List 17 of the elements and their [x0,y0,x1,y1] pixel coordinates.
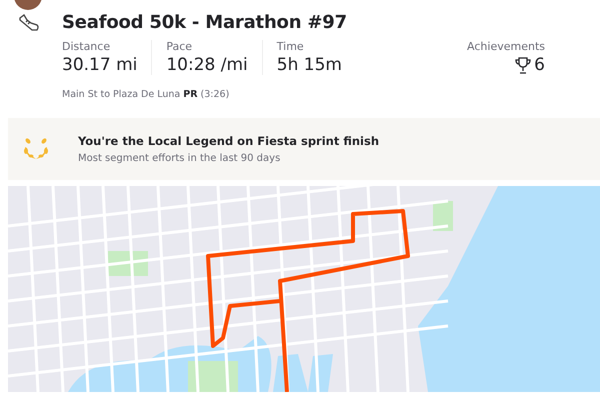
stat-value: 10:28 /mi [166,55,248,75]
legend-subtitle: Most segment efforts in the last 90 days [78,153,282,164]
trophy-icon [515,56,532,74]
activity-title: Seafood 50k - Marathon #97 [62,12,348,33]
route-map-drawing[interactable] [8,186,600,392]
shoe-icon [18,14,40,32]
stat-label: Pace [166,40,194,53]
stat-label: Distance [62,40,112,53]
stat-value: 30.17 mi [62,55,138,75]
legend-title: You're the Local Legend on Fiesta sprint finish [78,134,380,148]
segment-pr-text[interactable]: Main St to Plaza De Luna PR (3:26) [62,89,545,100]
laurel-icon [22,137,50,161]
local-legend-banner[interactable]: You're the Local Legend on Fiesta sprint finish Most segment efforts in the last 90 days [8,118,600,180]
stat-label: Time [276,40,305,53]
achievements-label: Achievements [467,40,545,53]
achievement-count: 6 [534,55,545,75]
stat-value: 5h 15m [276,55,342,75]
